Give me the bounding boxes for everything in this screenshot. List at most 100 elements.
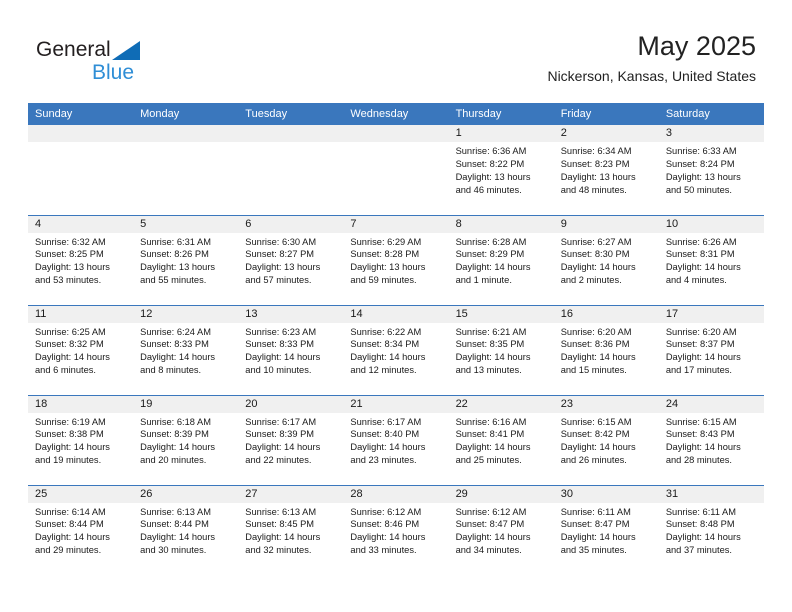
- sunset-text: Sunset: 8:26 PM: [140, 249, 209, 260]
- sunset-text: Sunset: 8:33 PM: [140, 339, 209, 350]
- calendar-cell-day-12[interactable]: 12 Sunrise: 6:24 AM Sunset: 8:33 PM Dayligh…: [133, 304, 239, 395]
- calendar-cell-day-4[interactable]: 4 Sunrise: 6:32 AM Sunset: 8:25 PM Daylight…: [28, 214, 134, 305]
- sunrise-text: Sunrise: 6:20 AM: [665, 326, 737, 337]
- calendar-cell-day-27[interactable]: 27 Sunrise: 6:13 AM Sunset: 8:45 PM Dayligh…: [238, 484, 344, 575]
- daylight-text: Daylight: 14 hours and 37 minutes.: [665, 532, 741, 556]
- sunset-text: Sunset: 8:44 PM: [140, 519, 209, 530]
- calendar-cell-day-14[interactable]: 14 Sunrise: 6:22 AM Sunset: 8:34 PM Dayligh…: [343, 304, 449, 395]
- day-details: Sunrise: 6:20 AM Sunset: 8:37 PM Daylight:…: [659, 323, 764, 378]
- day-details: Sunrise: 6:19 AM Sunset: 8:38 PM Daylight:…: [28, 413, 133, 468]
- day-number: 1: [448, 125, 554, 142]
- calendar-cell-day-31[interactable]: 31 Sunrise: 6:11 AM Sunset: 8:48 PM Dayligh…: [658, 484, 764, 576]
- day-number: 12: [133, 305, 239, 323]
- sunset-text: Sunset: 8:38 PM: [35, 429, 104, 440]
- daylight-text: Daylight: 13 hours and 59 minutes.: [350, 262, 426, 286]
- calendar-cell-day-29[interactable]: 29 Sunrise: 6:12 AM Sunset: 8:47 PM Dayligh…: [448, 484, 554, 575]
- sunrise-text: Sunrise: 6:11 AM: [665, 506, 736, 517]
- daylight-text: Daylight: 14 hours and 33 minutes.: [350, 532, 426, 556]
- daylight-text: Daylight: 14 hours and 13 minutes.: [455, 352, 531, 376]
- daylight-text: Daylight: 13 hours and 50 minutes.: [665, 171, 741, 195]
- day-details: Sunrise: 6:29 AM Sunset: 8:28 PM Daylight:…: [343, 233, 448, 288]
- sunrise-text: Sunrise: 6:27 AM: [560, 236, 632, 247]
- calendar-cell-day-1[interactable]: 1 Sunrise: 6:36 AM Sunset: 8:22 PM Daylight…: [448, 125, 554, 215]
- calendar-cell-day-30[interactable]: 30 Sunrise: 6:11 AM Sunset: 8:47 PM Dayligh…: [553, 484, 659, 575]
- sunset-text: Sunset: 8:35 PM: [455, 339, 525, 350]
- daylight-text: Daylight: 14 hours and 22 minutes.: [245, 442, 321, 466]
- day-number: 11: [28, 305, 134, 323]
- daylight-text: Daylight: 14 hours and 8 minutes.: [140, 352, 216, 376]
- calendar-cell-day-26[interactable]: 26 Sunrise: 6:13 AM Sunset: 8:44 PM Dayligh…: [133, 484, 239, 575]
- calendar-cell-day-2[interactable]: 2 Sunrise: 6:34 AM Sunset: 8:23 PM Daylight…: [553, 125, 659, 215]
- calendar-cell-day-22[interactable]: 22 Sunrise: 6:16 AM Sunset: 8:41 PM Dayligh…: [448, 394, 554, 485]
- sunrise-text: Sunrise: 6:15 AM: [560, 416, 632, 427]
- sunrise-text: Sunrise: 6:21 AM: [455, 326, 527, 337]
- calendar-cell-empty: [238, 125, 344, 215]
- calendar-cell-day-18[interactable]: 18 Sunrise: 6:19 AM Sunset: 8:38 PM Dayligh…: [28, 394, 134, 485]
- calendar-cell-day-5[interactable]: 5 Sunrise: 6:31 AM Sunset: 8:26 PM Daylight…: [133, 214, 239, 305]
- calendar-cell-day-7[interactable]: 7 Sunrise: 6:29 AM Sunset: 8:28 PM Daylight…: [343, 214, 449, 305]
- calendar-cell-day-17[interactable]: 17 Sunrise: 6:20 AM Sunset: 8:37 PM Dayligh…: [658, 304, 764, 395]
- cell-inner: 19 Sunrise: 6:18 AM Sunset: 8:39 PM Dayligh…: [133, 395, 239, 485]
- calendar-week-row: 11 Sunrise: 6:25 AM Sunset: 8:32 PM Dayligh…: [28, 304, 764, 395]
- day-details: Sunrise: 6:26 AM Sunset: 8:31 PM Daylight:…: [659, 233, 764, 288]
- weekday-header-saturday: Saturday: [658, 103, 764, 125]
- day-number: 25: [28, 485, 134, 503]
- day-details: Sunrise: 6:17 AM Sunset: 8:39 PM Daylight:…: [238, 413, 343, 468]
- day-details: Sunrise: 6:11 AM Sunset: 8:48 PM Daylight:…: [659, 503, 764, 558]
- calendar-cell-day-21[interactable]: 21 Sunrise: 6:17 AM Sunset: 8:40 PM Dayligh…: [343, 394, 449, 485]
- sunset-text: Sunset: 8:48 PM: [665, 519, 735, 530]
- cell-inner: 17 Sunrise: 6:20 AM Sunset: 8:37 PM Dayligh…: [658, 305, 764, 395]
- sunrise-text: Sunrise: 6:30 AM: [245, 236, 317, 247]
- daylight-text: Daylight: 14 hours and 17 minutes.: [665, 352, 741, 376]
- calendar-cell-day-28[interactable]: 28 Sunrise: 6:12 AM Sunset: 8:46 PM Dayligh…: [343, 484, 449, 575]
- day-number: 18: [28, 395, 134, 413]
- calendar-header-row: Sunday Monday Tuesday Wednesday Thursday Frid…: [28, 103, 764, 125]
- calendar-cell-day-15[interactable]: 15 Sunrise: 6:21 AM Sunset: 8:35 PM Dayligh…: [448, 304, 554, 395]
- day-details: Sunrise: 6:34 AM Sunset: 8:23 PM Daylight:…: [554, 142, 659, 197]
- daylight-text: Daylight: 14 hours and 35 minutes.: [560, 532, 636, 556]
- daylight-text: Daylight: 14 hours and 29 minutes.: [35, 532, 110, 556]
- sunrise-text: Sunrise: 6:14 AM: [35, 506, 106, 517]
- sunrise-text: Sunrise: 6:28 AM: [455, 236, 527, 247]
- calendar-cell-day-9[interactable]: 9 Sunrise: 6:27 AM Sunset: 8:30 PM Daylight…: [553, 214, 659, 305]
- day-number: 6: [238, 215, 344, 233]
- day-number: 16: [553, 305, 659, 323]
- sunset-text: Sunset: 8:43 PM: [665, 429, 735, 440]
- sunrise-text: Sunrise: 6:32 AM: [35, 236, 106, 247]
- calendar-cell-day-13[interactable]: 13 Sunrise: 6:23 AM Sunset: 8:33 PM Dayligh…: [238, 304, 344, 395]
- day-number: 24: [658, 395, 764, 413]
- cell-inner: 24 Sunrise: 6:15 AM Sunset: 8:43 PM Dayligh…: [658, 395, 764, 485]
- calendar-cell-day-24[interactable]: 24 Sunrise: 6:15 AM Sunset: 8:43 PM Dayligh…: [658, 394, 764, 485]
- day-number: 3: [658, 125, 764, 142]
- calendar-cell-empty: [133, 125, 239, 215]
- calendar-cell-day-10[interactable]: 10 Sunrise: 6:26 AM Sunset: 8:31 PM Dayligh…: [658, 214, 764, 305]
- day-details: Sunrise: 6:20 AM Sunset: 8:36 PM Daylight:…: [554, 323, 659, 378]
- daylight-text: Daylight: 14 hours and 20 minutes.: [140, 442, 216, 466]
- daylight-text: Daylight: 14 hours and 10 minutes.: [245, 352, 321, 376]
- calendar-cell-day-16[interactable]: 16 Sunrise: 6:20 AM Sunset: 8:36 PM Dayligh…: [553, 304, 659, 395]
- cell-inner: 10 Sunrise: 6:26 AM Sunset: 8:31 PM Dayligh…: [658, 215, 764, 305]
- calendar-body: 1 Sunrise: 6:36 AM Sunset: 8:22 PM Daylight…: [28, 125, 764, 575]
- sunset-text: Sunset: 8:27 PM: [245, 249, 315, 260]
- daylight-text: Daylight: 14 hours and 32 minutes.: [245, 532, 321, 556]
- weekday-header-friday: Friday: [553, 103, 659, 125]
- sunset-text: Sunset: 8:39 PM: [140, 429, 209, 440]
- sunrise-text: Sunrise: 6:13 AM: [245, 506, 317, 517]
- brand-logo[interactable]: General Blue: [36, 38, 246, 88]
- calendar-cell-day-25[interactable]: 25 Sunrise: 6:14 AM Sunset: 8:44 PM Dayligh…: [28, 484, 134, 575]
- daylight-text: Daylight: 14 hours and 15 minutes.: [560, 352, 636, 376]
- day-number: 21: [343, 395, 449, 413]
- calendar-cell-day-11[interactable]: 11 Sunrise: 6:25 AM Sunset: 8:32 PM Dayligh…: [28, 304, 134, 395]
- calendar-cell-day-19[interactable]: 19 Sunrise: 6:18 AM Sunset: 8:39 PM Dayligh…: [133, 394, 239, 485]
- daylight-text: Daylight: 14 hours and 23 minutes.: [350, 442, 426, 466]
- brand-name-general: General: [36, 38, 111, 61]
- day-details: Sunrise: 6:25 AM Sunset: 8:32 PM Daylight:…: [28, 323, 133, 378]
- cell-inner: 2 Sunrise: 6:34 AM Sunset: 8:23 PM Daylight…: [553, 125, 659, 215]
- calendar-cell-day-6[interactable]: 6 Sunrise: 6:30 AM Sunset: 8:27 PM Daylight…: [238, 214, 344, 305]
- calendar-cell-day-3[interactable]: 3 Sunrise: 6:33 AM Sunset: 8:24 PM Daylight…: [658, 125, 764, 215]
- calendar-cell-day-23[interactable]: 23 Sunrise: 6:15 AM Sunset: 8:42 PM Dayligh…: [553, 394, 659, 485]
- cell-inner: 31 Sunrise: 6:11 AM Sunset: 8:48 PM Dayligh…: [658, 485, 764, 576]
- calendar-week-row: 25 Sunrise: 6:14 AM Sunset: 8:44 PM Dayligh…: [28, 484, 764, 576]
- calendar-cell-day-20[interactable]: 20 Sunrise: 6:17 AM Sunset: 8:39 PM Dayligh…: [238, 394, 344, 485]
- calendar-cell-day-8[interactable]: 8 Sunrise: 6:28 AM Sunset: 8:29 PM Daylight…: [448, 214, 554, 305]
